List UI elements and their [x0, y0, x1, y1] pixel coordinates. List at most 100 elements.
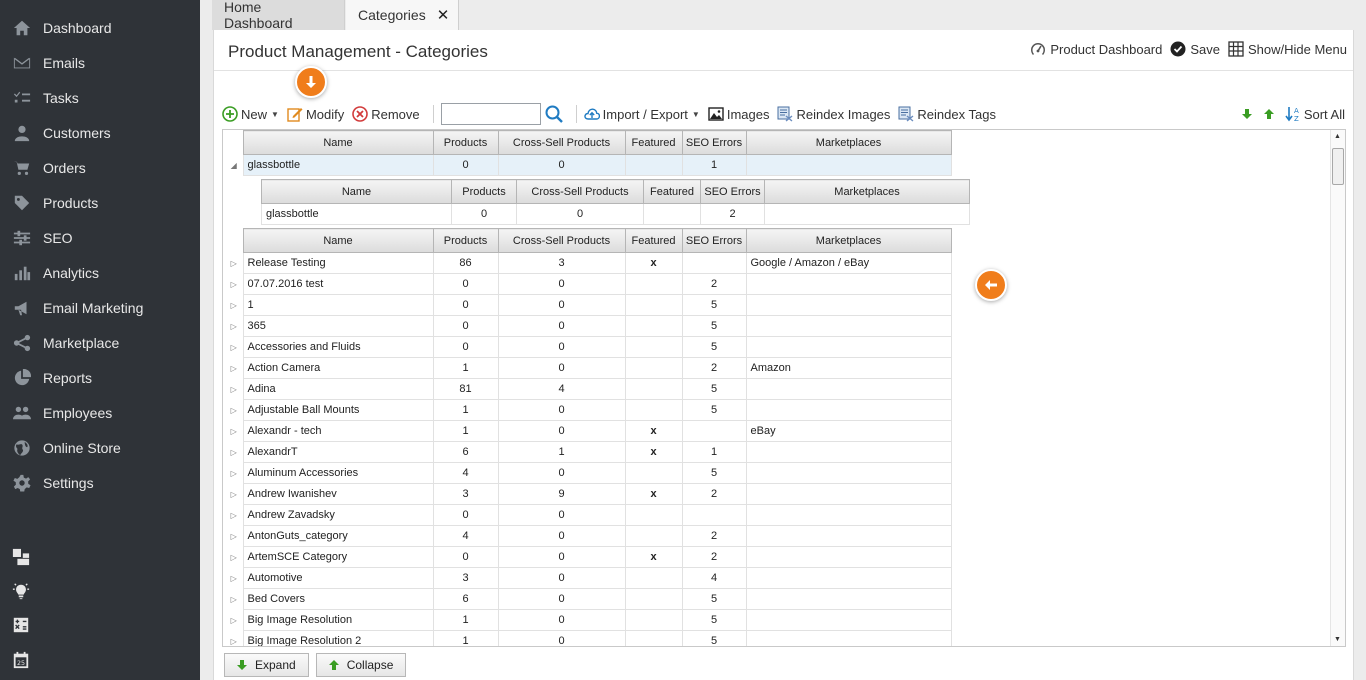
- column-header-seo-errors[interactable]: SEO Errors: [700, 179, 765, 204]
- expand-row-icon[interactable]: ▷: [225, 505, 243, 526]
- lightbulb-icon[interactable]: [10, 580, 32, 602]
- vertical-scrollbar[interactable]: ▲ ▼: [1330, 130, 1345, 646]
- expand-row-icon[interactable]: ▷: [225, 526, 243, 547]
- expand-row-icon[interactable]: ▷: [225, 547, 243, 568]
- import-export-button[interactable]: Import / Export ▼: [583, 106, 700, 122]
- hint-arrow-down-icon[interactable]: [295, 66, 327, 98]
- move-down-icon[interactable]: [1241, 108, 1253, 120]
- sidebar-item-settings[interactable]: Settings: [0, 465, 200, 500]
- table-row[interactable]: ▷ 07.07.2016 test 0 0 2: [225, 273, 952, 295]
- column-header-name[interactable]: Name: [261, 179, 452, 204]
- table-row[interactable]: ▷ Automotive 3 0 4: [225, 567, 952, 589]
- close-icon[interactable]: ✕: [437, 6, 450, 24]
- reindex-tags-button[interactable]: Reindex Tags: [898, 106, 996, 122]
- expand-row-icon[interactable]: ▷: [225, 463, 243, 484]
- remove-button[interactable]: Remove: [352, 106, 420, 122]
- sidebar-item-customers[interactable]: Customers: [0, 115, 200, 150]
- table-row[interactable]: ▷ ArtemSCE Category 0 0 x 2: [225, 546, 952, 568]
- table-row[interactable]: ▷ Bed Covers 6 0 5: [225, 588, 952, 610]
- table-row[interactable]: ▷ Action Camera 1 0 2 Amazon: [225, 357, 952, 379]
- column-header-name[interactable]: Name: [242, 228, 434, 253]
- sidebar-item-reports[interactable]: Reports: [0, 360, 200, 395]
- column-header-products[interactable]: Products: [432, 228, 499, 253]
- table-row[interactable]: ▷ Andrew Zavadsky 0 0: [225, 504, 952, 526]
- expand-row-icon[interactable]: ▷: [225, 253, 243, 274]
- expand-row-icon[interactable]: ▷: [225, 274, 243, 295]
- expand-button[interactable]: Expand: [224, 653, 309, 677]
- table-row[interactable]: ▷ Big Image Resolution 1 0 5: [225, 609, 952, 631]
- scroll-up-icon[interactable]: ▲: [1334, 133, 1341, 140]
- table-row[interactable]: ▷ Adina 81 4 5: [225, 378, 952, 400]
- expand-row-icon[interactable]: ▷: [225, 337, 243, 358]
- column-header-cross-sell[interactable]: Cross-Sell Products: [516, 179, 644, 204]
- table-row[interactable]: ▷ Andrew Iwanishev 3 9 x 2: [225, 483, 952, 505]
- table-row[interactable]: ▷ Adjustable Ball Mounts 1 0 5: [225, 399, 952, 421]
- expand-row-icon[interactable]: ▷: [225, 400, 243, 421]
- table-row[interactable]: ▷ Alexandr - tech 1 0 x eBay: [225, 420, 952, 442]
- table-row[interactable]: ▷ AlexandrT 6 1 x 1: [225, 441, 952, 463]
- sidebar-item-marketplace[interactable]: Marketplace: [0, 325, 200, 360]
- collapse-icon[interactable]: ◢: [225, 154, 243, 176]
- column-header-cross-sell[interactable]: Cross-Sell Products: [497, 130, 626, 155]
- expand-row-icon[interactable]: ▷: [225, 568, 243, 589]
- reindex-images-button[interactable]: Reindex Images: [777, 106, 890, 122]
- expand-row-icon[interactable]: ▷: [225, 442, 243, 463]
- column-header-featured[interactable]: Featured: [624, 130, 683, 155]
- sidebar-item-dashboard[interactable]: Dashboard: [0, 10, 200, 45]
- search-button[interactable]: [545, 105, 563, 123]
- sort-all-button[interactable]: AZ Sort All: [1285, 106, 1345, 122]
- column-header-marketplaces[interactable]: Marketplaces: [745, 228, 952, 253]
- expand-row-icon[interactable]: ▷: [225, 421, 243, 442]
- column-header-marketplaces[interactable]: Marketplaces: [745, 130, 952, 155]
- expand-row-icon[interactable]: ▷: [225, 484, 243, 505]
- table-row[interactable]: ▷ Big Image Resolution 210 5: [225, 630, 952, 647]
- modify-button[interactable]: Modify: [287, 106, 344, 122]
- column-header-seo-errors[interactable]: SEO Errors: [681, 228, 747, 253]
- tab-categories[interactable]: Categories ✕: [346, 0, 459, 30]
- table-row[interactable]: glassbottle 0 0 2: [261, 203, 970, 225]
- table-row[interactable]: ▷ Accessories and Fluids 0 0 5: [225, 336, 952, 358]
- product-dashboard-button[interactable]: Product Dashboard: [1030, 41, 1162, 57]
- new-button[interactable]: New ▼: [222, 106, 279, 122]
- sidebar-item-products[interactable]: Products: [0, 185, 200, 220]
- tab-home-dashboard[interactable]: Home Dashboard: [212, 0, 345, 31]
- column-header-products[interactable]: Products: [432, 130, 499, 155]
- expand-row-icon[interactable]: ▷: [225, 316, 243, 337]
- sidebar-item-analytics[interactable]: Analytics: [0, 255, 200, 290]
- expand-row-icon[interactable]: ▷: [225, 589, 243, 610]
- column-header-seo-errors[interactable]: SEO Errors: [681, 130, 747, 155]
- sidebar-item-online-store[interactable]: Online Store: [0, 430, 200, 465]
- show-hide-menu-button[interactable]: Show/Hide Menu: [1228, 41, 1347, 57]
- column-header-featured[interactable]: Featured: [624, 228, 683, 253]
- column-header-marketplaces[interactable]: Marketplaces: [764, 179, 970, 204]
- expand-row-icon[interactable]: ▷: [225, 631, 243, 647]
- table-row[interactable]: ▷ AntonGuts_category 4 0 2: [225, 525, 952, 547]
- calendar-icon[interactable]: 25: [10, 649, 32, 671]
- sidebar-item-orders[interactable]: Orders: [0, 150, 200, 185]
- expand-row-icon[interactable]: ▷: [225, 358, 243, 379]
- sidebar-item-tasks[interactable]: Tasks: [0, 80, 200, 115]
- sidebar-item-employees[interactable]: Employees: [0, 395, 200, 430]
- scrollbar-thumb[interactable]: [1332, 148, 1344, 185]
- column-header-featured[interactable]: Featured: [643, 179, 701, 204]
- expand-row-icon[interactable]: ▷: [225, 379, 243, 400]
- expand-row-icon[interactable]: ▷: [225, 610, 243, 631]
- collapse-button[interactable]: Collapse: [315, 653, 407, 677]
- table-row-selected[interactable]: ◢ glassbottle 0 0 1: [225, 154, 952, 176]
- table-row[interactable]: ▷ Aluminum Accessories 4 0 5: [225, 462, 952, 484]
- images-button[interactable]: Images: [708, 106, 769, 122]
- table-row[interactable]: ▷ Release Testing 86 3 x Google / Amazon / eB…: [225, 252, 952, 274]
- sidebar-item-email-marketing[interactable]: Email Marketing: [0, 290, 200, 325]
- table-row[interactable]: ▷ 365 0 0 5: [225, 315, 952, 337]
- sidebar-item-seo[interactable]: SEO: [0, 220, 200, 255]
- table-row[interactable]: ▷ 1 0 0 5: [225, 294, 952, 316]
- hint-arrow-left-icon[interactable]: [975, 269, 1007, 301]
- column-header-name[interactable]: Name: [242, 130, 434, 155]
- save-button[interactable]: Save: [1170, 41, 1220, 57]
- calculator-icon[interactable]: [10, 614, 32, 636]
- sidebar-item-emails[interactable]: Emails: [0, 45, 200, 80]
- layout-icon[interactable]: [10, 546, 32, 568]
- expand-row-icon[interactable]: ▷: [225, 295, 243, 316]
- move-up-icon[interactable]: [1263, 108, 1275, 120]
- column-header-products[interactable]: Products: [451, 179, 517, 204]
